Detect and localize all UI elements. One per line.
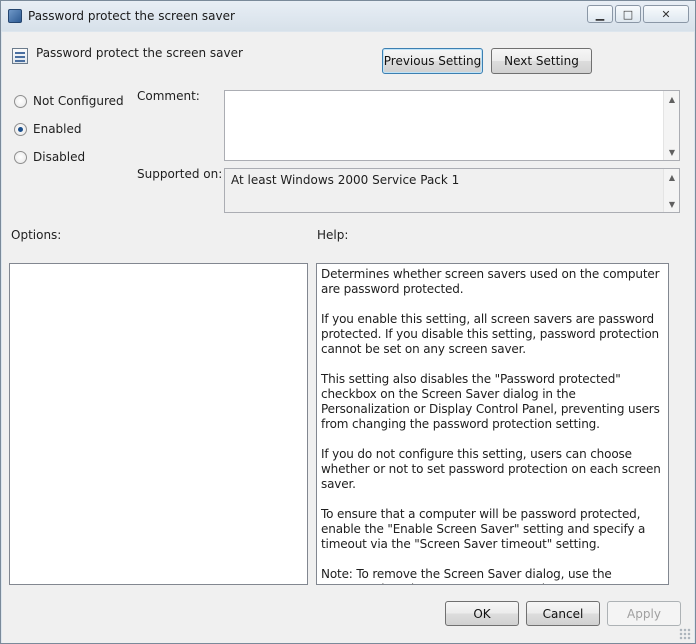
setting-name: Password protect the screen saver [36, 46, 243, 60]
scroll-up-icon[interactable]: ▲ [664, 91, 680, 107]
close-button[interactable]: ✕ [643, 5, 689, 23]
options-label: Options: [11, 228, 62, 242]
minimize-button[interactable]: ▁ [587, 5, 613, 23]
ok-button[interactable]: OK [445, 601, 519, 626]
comment-scrollbar[interactable]: ▲ ▼ [663, 91, 679, 160]
window-title: Password protect the screen saver [28, 9, 235, 23]
help-paragraph: This setting also disables the "Password… [321, 372, 660, 431]
supported-on-value: At least Windows 2000 Service Pack 1 [231, 173, 460, 187]
maximize-button[interactable]: □ [615, 5, 641, 23]
dialog-window: Password protect the screen saver ▁ □ ✕ … [0, 0, 696, 644]
radio-disabled[interactable]: Disabled [14, 149, 85, 165]
scroll-up-icon[interactable]: ▲ [664, 169, 680, 185]
help-paragraph: If you do not configure this setting, us… [321, 447, 661, 491]
help-paragraph: If you enable this setting, all screen s… [321, 312, 659, 356]
help-pane: Determines whether screen savers used on… [316, 263, 669, 585]
supported-scrollbar[interactable]: ▲ ▼ [663, 169, 679, 212]
scroll-down-icon[interactable]: ▼ [664, 144, 680, 160]
radio-disabled-label: Disabled [33, 150, 86, 164]
supported-on-label: Supported on: [137, 167, 223, 181]
cancel-button[interactable]: Cancel [526, 601, 600, 626]
help-label: Help: [317, 228, 349, 242]
radio-not-configured-label: Not Configured [33, 94, 124, 108]
maximize-icon: □ [622, 7, 634, 21]
radio-enabled[interactable]: Enabled [14, 121, 82, 137]
comment-textarea[interactable]: ▲ ▼ [224, 90, 680, 161]
minimize-icon: ▁ [595, 7, 605, 21]
help-paragraph: To ensure that a computer will be passwo… [321, 507, 646, 551]
radio-not-configured[interactable]: Not Configured [14, 93, 124, 109]
apply-button: Apply [607, 601, 681, 626]
radio-enabled-control[interactable] [14, 122, 27, 136]
next-setting-button[interactable]: Next Setting [491, 48, 592, 74]
previous-setting-button[interactable]: Previous Setting [382, 48, 483, 74]
help-paragraph: Determines whether screen savers used on… [321, 267, 660, 296]
scroll-down-icon[interactable]: ▼ [664, 196, 680, 212]
radio-not-configured-control[interactable] [14, 94, 27, 108]
resize-grip-icon[interactable] [679, 628, 691, 640]
close-icon: ✕ [661, 7, 671, 21]
comment-label: Comment: [137, 89, 200, 103]
help-paragraph: Note: To remove the Screen Saver dialog,… [321, 567, 612, 584]
radio-enabled-label: Enabled [33, 122, 82, 136]
options-pane [9, 263, 308, 585]
supported-on-field: At least Windows 2000 Service Pack 1 ▲ ▼ [224, 168, 680, 213]
title-bar[interactable]: Password protect the screen saver ▁ □ ✕ [1, 1, 695, 31]
policy-setting-icon [12, 48, 28, 64]
radio-disabled-control[interactable] [14, 150, 27, 164]
group-policy-icon [8, 9, 22, 23]
dialog-client-area: Password protect the screen saver Previo… [2, 32, 694, 643]
